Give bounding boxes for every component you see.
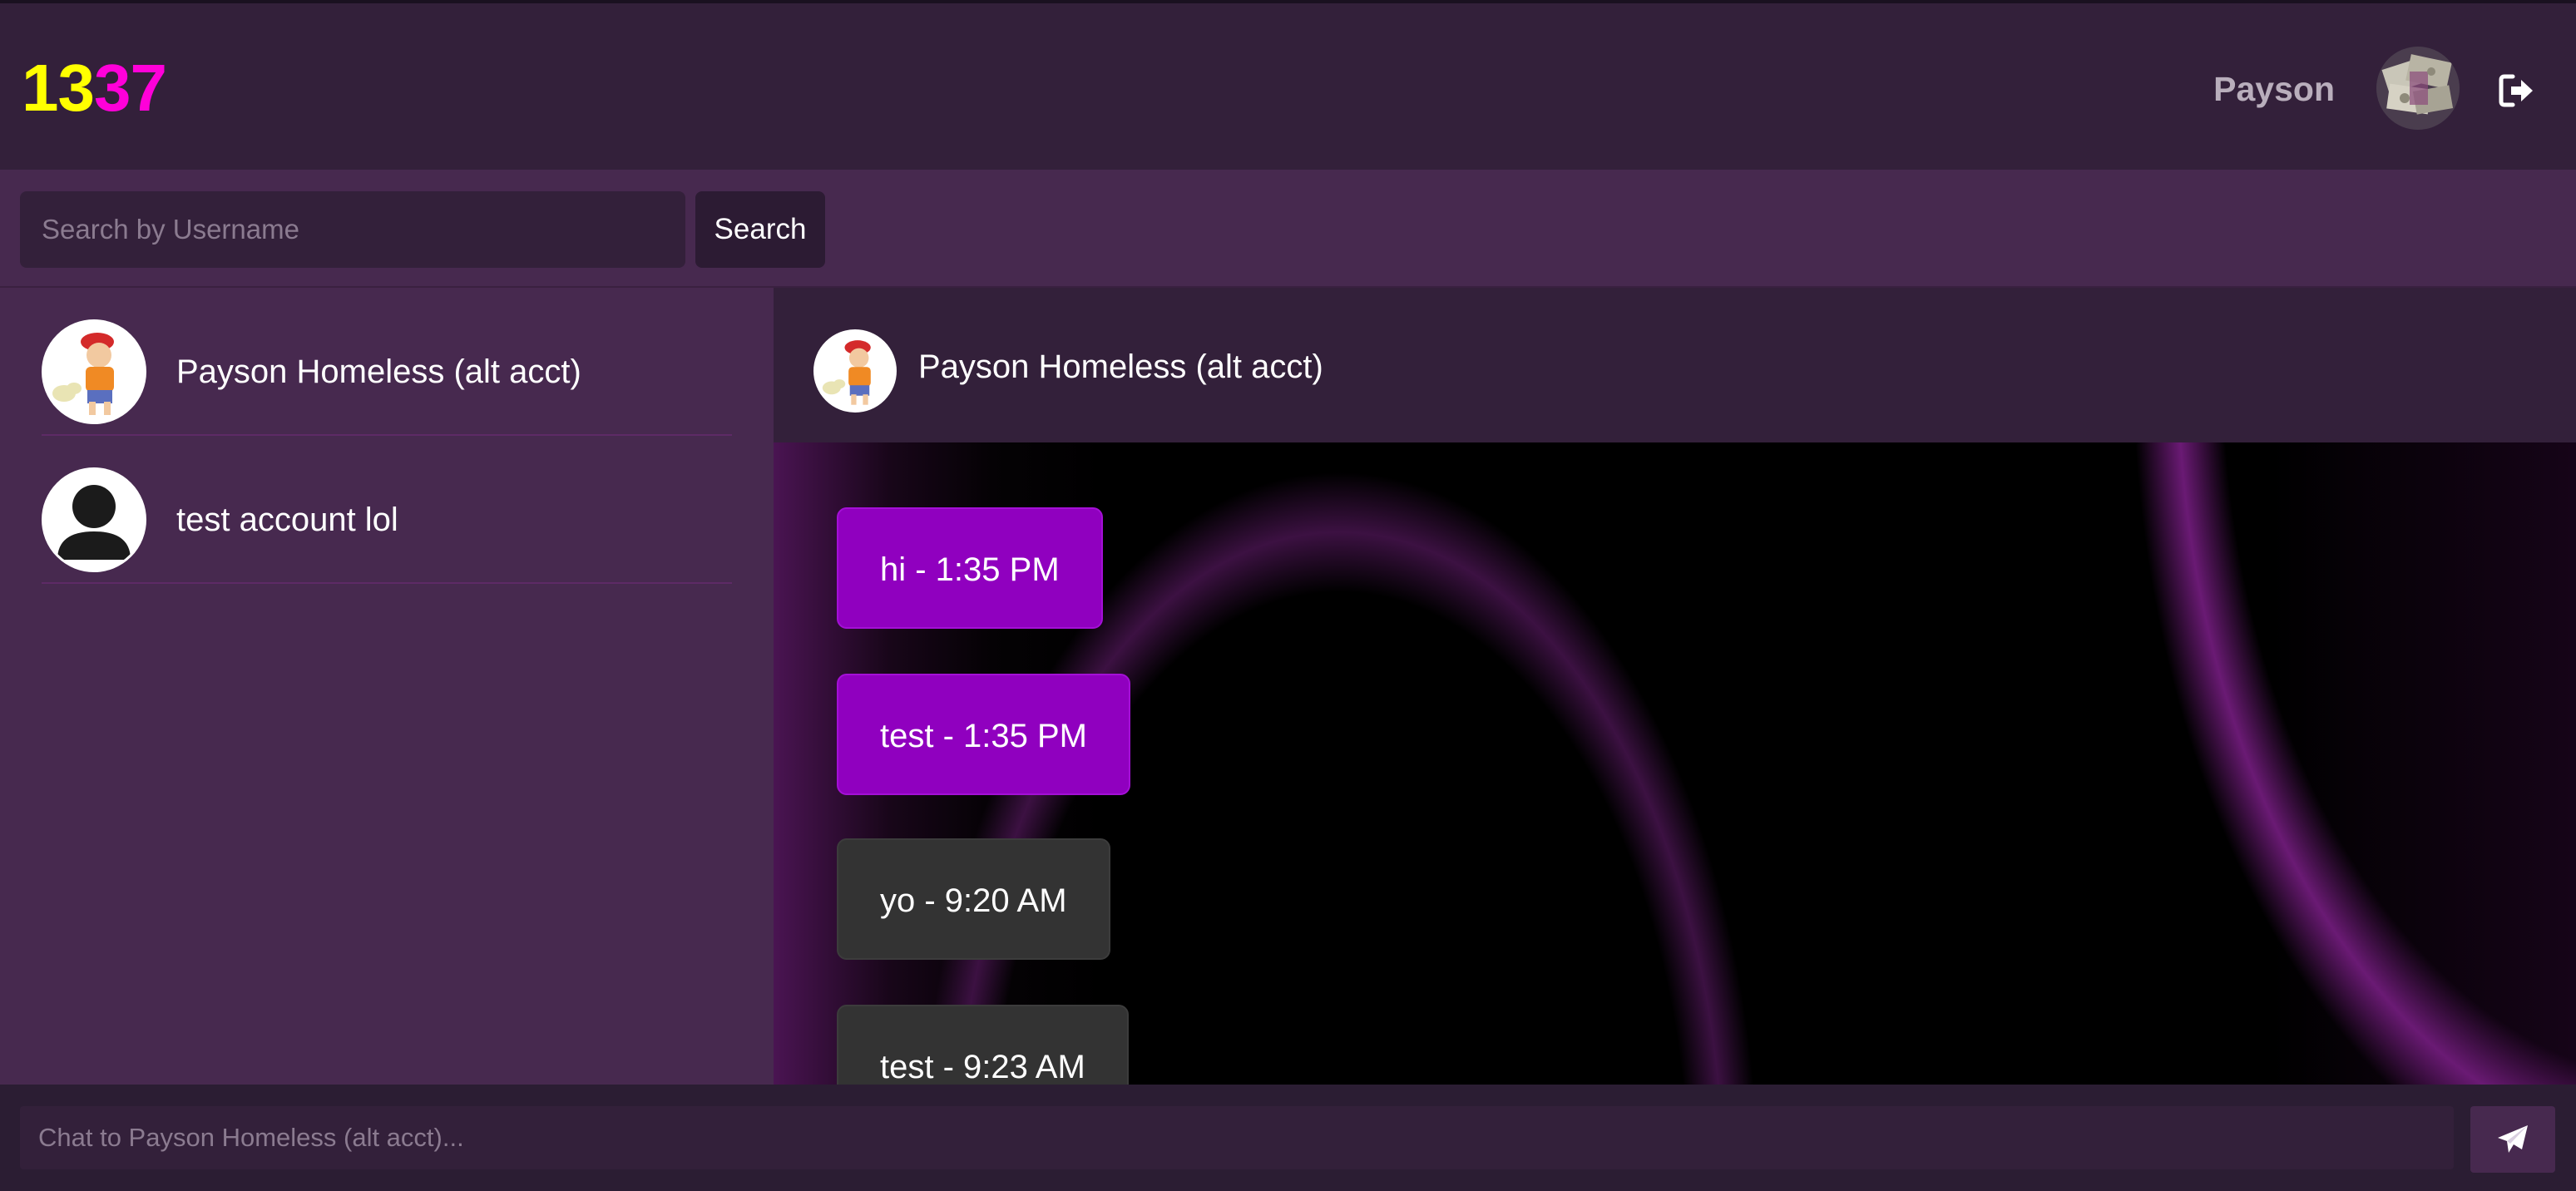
contact-avatar	[42, 467, 146, 572]
chat-messages[interactable]: hi - 1:35 PM test - 1:35 PM yo - 9:20 AM…	[774, 442, 2576, 1085]
message-bubble-sent: hi - 1:35 PM	[837, 507, 1103, 629]
default-user-avatar	[44, 470, 144, 570]
money-avatar-image	[2376, 47, 2460, 130]
contact-avatar	[42, 319, 146, 424]
app-logo[interactable]: 1337	[22, 48, 167, 128]
search-bar: Search	[0, 170, 2576, 288]
cartoon-avatar	[44, 322, 144, 422]
contact-item[interactable]: test account lol	[42, 436, 732, 584]
cartoon-avatar	[816, 332, 894, 410]
send-button[interactable]	[2470, 1106, 2555, 1173]
user-avatar[interactable]	[2376, 47, 2460, 130]
chat-partner-name: Payson Homeless (alt acct)	[918, 348, 1323, 385]
message-bubble-sent: test - 1:35 PM	[837, 674, 1130, 795]
chat-header: Payson Homeless (alt acct)	[774, 288, 2576, 442]
logo-part-2: 37	[93, 51, 167, 125]
contact-item[interactable]: Payson Homeless (alt acct)	[42, 288, 732, 436]
chat-partner-avatar	[813, 329, 897, 413]
message-bubble-received: yo - 9:20 AM	[837, 838, 1110, 960]
contact-name: test account lol	[176, 502, 398, 538]
message-composer	[0, 1085, 2576, 1191]
contacts-sidebar: Payson Homeless (alt acct) test account …	[0, 288, 774, 1085]
top-header: 1337 Payson	[0, 0, 2576, 170]
message-input[interactable]	[20, 1106, 2454, 1169]
contact-name: Payson Homeless (alt acct)	[176, 353, 581, 390]
message-bubble-received: test - 9:23 AM	[837, 1005, 1129, 1085]
logout-button[interactable]	[2496, 70, 2538, 111]
sign-out-icon	[2499, 74, 2533, 107]
logo-part-1: 13	[22, 51, 95, 125]
search-input[interactable]	[20, 191, 685, 268]
current-username: Payson	[2213, 70, 2335, 108]
search-button[interactable]: Search	[695, 191, 825, 268]
paper-plane-icon	[2498, 1125, 2528, 1153]
